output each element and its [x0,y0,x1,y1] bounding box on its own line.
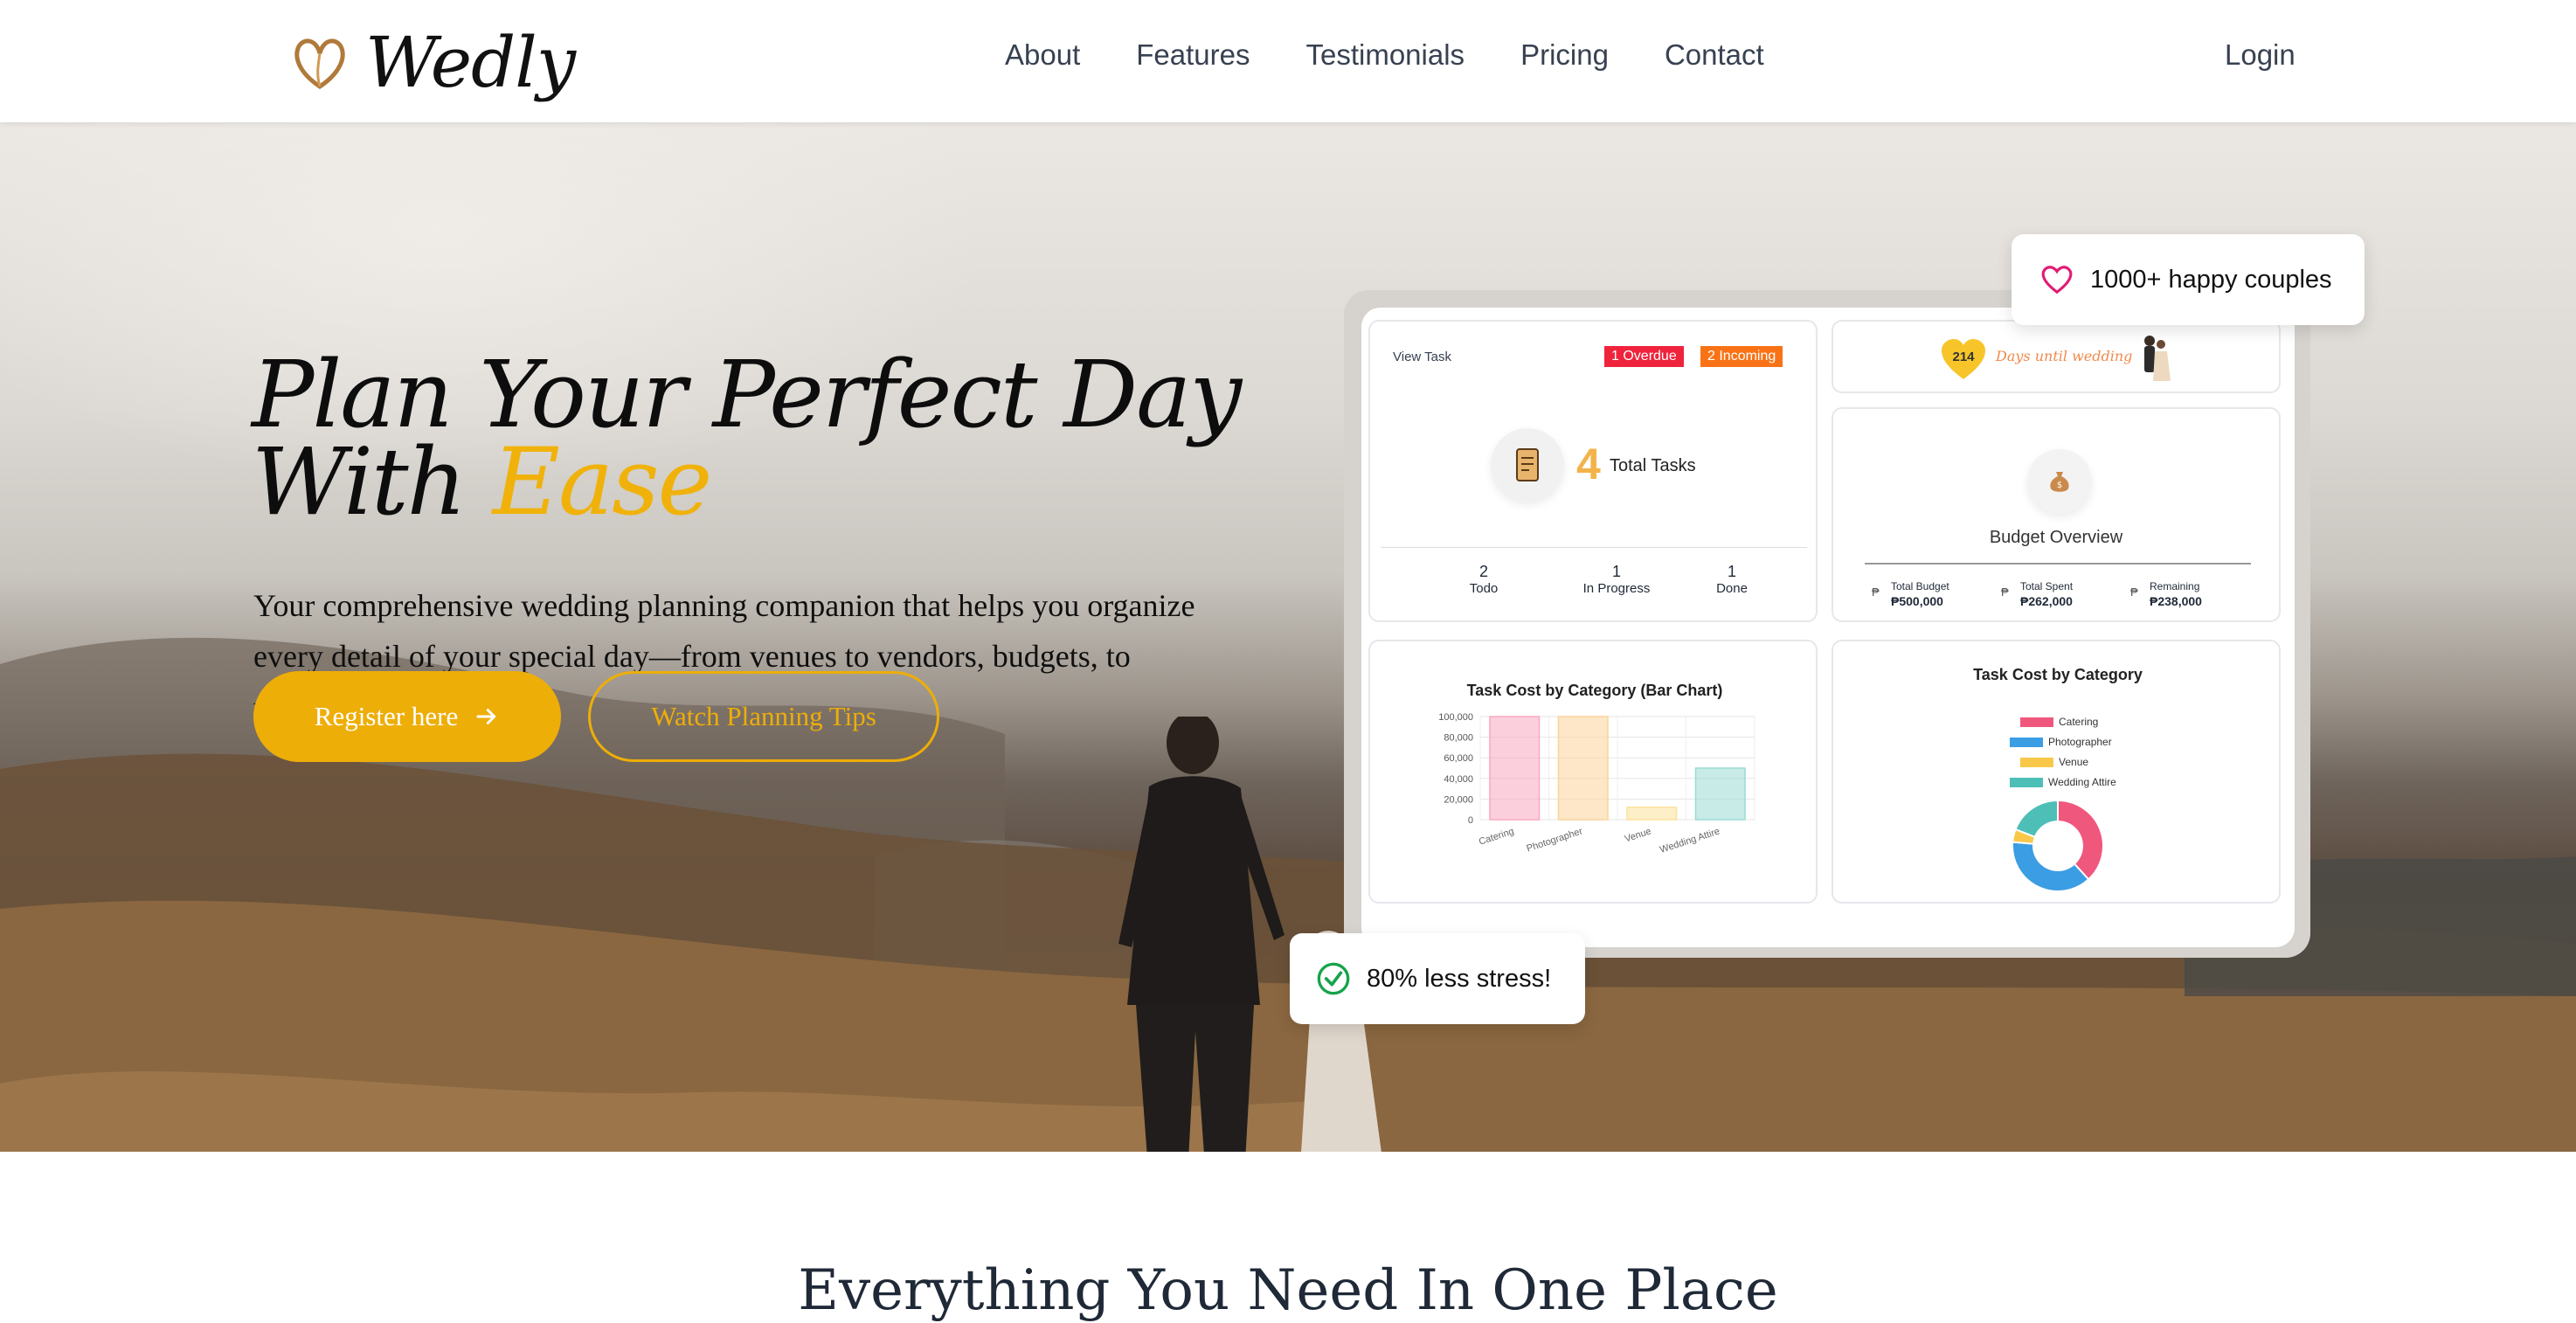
view-task-link[interactable]: View Task [1393,350,1451,364]
hero-title-prefix: With [252,428,493,536]
arrow-right-icon [476,709,496,724]
y-tick-label: 80,000 [1444,733,1473,744]
y-tick-label: 20,000 [1444,794,1473,805]
legend-label: Photographer [2048,736,2112,748]
hero-title-accent: Ease [492,428,713,536]
budget-title: Budget Overview [1989,528,2123,547]
peso-icon: ₱ [2001,585,2009,599]
total-tasks-label: Total Tasks [1610,456,1696,475]
nav-links: About Features Testimonials Pricing Cont… [1005,38,1764,72]
nav-pricing[interactable]: Pricing [1520,38,1609,72]
brand-logo[interactable]: Wedly [290,21,576,103]
heart-days-badge: 214 [1940,337,1987,381]
budget-item-value: ₱262,000 [2020,594,2073,608]
y-tick-label: 0 [1468,815,1473,826]
nav-contact[interactable]: Contact [1665,38,1764,72]
brand-name: Wedly [365,21,576,103]
legend-swatch [2010,738,2043,747]
budget-item-label: Total Spent [2020,580,2074,592]
svg-text:$: $ [2057,481,2062,490]
budget-card: $ Budget Overview ₱ Total Budget ₱500,00… [1832,407,2281,622]
check-circle-icon [1317,962,1350,995]
stress-badge-text: 80% less stress! [1367,964,1552,993]
task-stat-label: Done [1716,581,1748,596]
days-count: 214 [1952,350,1975,364]
couples-badge-text: 1000+ happy couples [2090,265,2332,294]
nav-features[interactable]: Features [1136,38,1250,72]
legend-swatch [2020,758,2053,767]
tasks-divider [1381,547,1807,548]
bar-chart-card: Task Cost by Category (Bar Chart) 100,00… [1368,640,1818,904]
task-stat-done: 1 Done [1706,563,1758,596]
task-stat-todo: 2 Todo [1458,563,1510,596]
task-stat-label: Todo [1469,581,1499,596]
donut-slice-wedding-attire[interactable] [2014,799,2059,839]
legend-label: Catering [2059,716,2098,728]
task-stat-value: 2 [1478,563,1488,580]
money-bag-icon: $ [2050,472,2069,492]
watch-tips-label: Watch Planning Tips [651,701,876,731]
task-stat-label: In Progress [1582,581,1651,596]
register-button[interactable]: Register here [253,671,561,762]
donut-slice-catering[interactable] [2057,799,2104,881]
stress-badge: 80% less stress! [1290,933,1585,1024]
hero-title-line1: Plan Your Perfect Day [252,341,1242,448]
tasks-card: View Task 1 Overdue 2 Incoming 4 Total T… [1368,320,1818,622]
overdue-badge: 1 Overdue [1604,346,1684,367]
y-tick-label: 60,000 [1444,753,1473,764]
y-tick-label: 40,000 [1444,774,1473,785]
legend-swatch [2020,717,2053,727]
bar-chart: Task Cost by Category (Bar Chart) 100,00… [1438,682,1755,855]
bar-photographer[interactable] [1557,716,1609,821]
bar-catering[interactable] [1489,716,1541,821]
top-navbar: Wedly About Features Testimonials Pricin… [0,0,2576,122]
x-tick-label: Venue [1624,826,1652,844]
watch-tips-button[interactable]: Watch Planning Tips [588,671,939,762]
peso-icon: ₱ [2130,585,2138,599]
nav-about[interactable]: About [1005,38,1080,72]
donut-slice-photographer[interactable] [2012,841,2090,892]
login-link[interactable]: Login [2225,38,2296,72]
couples-badge: 1000+ happy couples [2012,234,2365,325]
rings-logo-icon [294,38,345,90]
budget-item-label: Total Budget [1891,580,1949,592]
total-tasks-number: 4 [1576,440,1601,488]
y-tick-label: 100,000 [1438,712,1473,723]
budget-icon: $ [2027,449,2092,514]
scroll-icon [1516,448,1539,481]
pie-chart-card: Task Cost by Category Catering Photograph… [1832,640,2281,904]
legend-label: Venue [2059,756,2088,768]
budget-item-value: ₱238,000 [2150,594,2202,608]
x-tick-label: Photographer [1526,826,1584,854]
register-button-label: Register here [314,701,459,731]
heart-outline-icon [2041,266,2073,294]
task-stat-in-progress: 1 In Progress [1564,563,1669,596]
incoming-badge: 2 Incoming [1700,346,1783,367]
tasks-icon [1491,428,1564,502]
budget-item-value: ₱500,000 [1891,594,1943,608]
legend-swatch [2010,778,2043,787]
features-section-title: Everything You Need In One Place [798,1258,1778,1323]
budget-divider [1865,563,2251,565]
x-tick-label: Wedding Attire [1658,826,1721,855]
bar-venue[interactable] [1626,807,1678,821]
bar-chart-title: Task Cost by Category (Bar Chart) [1467,682,1723,699]
pie-chart-title: Task Cost by Category [1973,666,2143,683]
couple-avatar-icon [2144,336,2171,381]
nav-testimonials[interactable]: Testimonials [1305,38,1465,72]
bar-wedding-attire[interactable] [1694,767,1746,821]
days-until-label: Days until wedding [1996,348,2133,364]
x-tick-label: Catering [1478,826,1515,847]
pie-chart: Task Cost by Category Catering Photograph… [1973,666,2143,892]
task-stat-value: 1 [1611,563,1621,580]
countdown-card: 214 Days until wedding [1832,320,2281,393]
legend-label: Wedding Attire [2048,776,2116,788]
hero-title: Plan Your Perfect Day With Ease [252,341,1242,529]
budget-item-label: Remaining [2150,580,2200,592]
peso-icon: ₱ [1872,585,1880,599]
hero-title-line2: With Ease [252,436,1240,529]
task-stat-value: 1 [1727,563,1736,580]
